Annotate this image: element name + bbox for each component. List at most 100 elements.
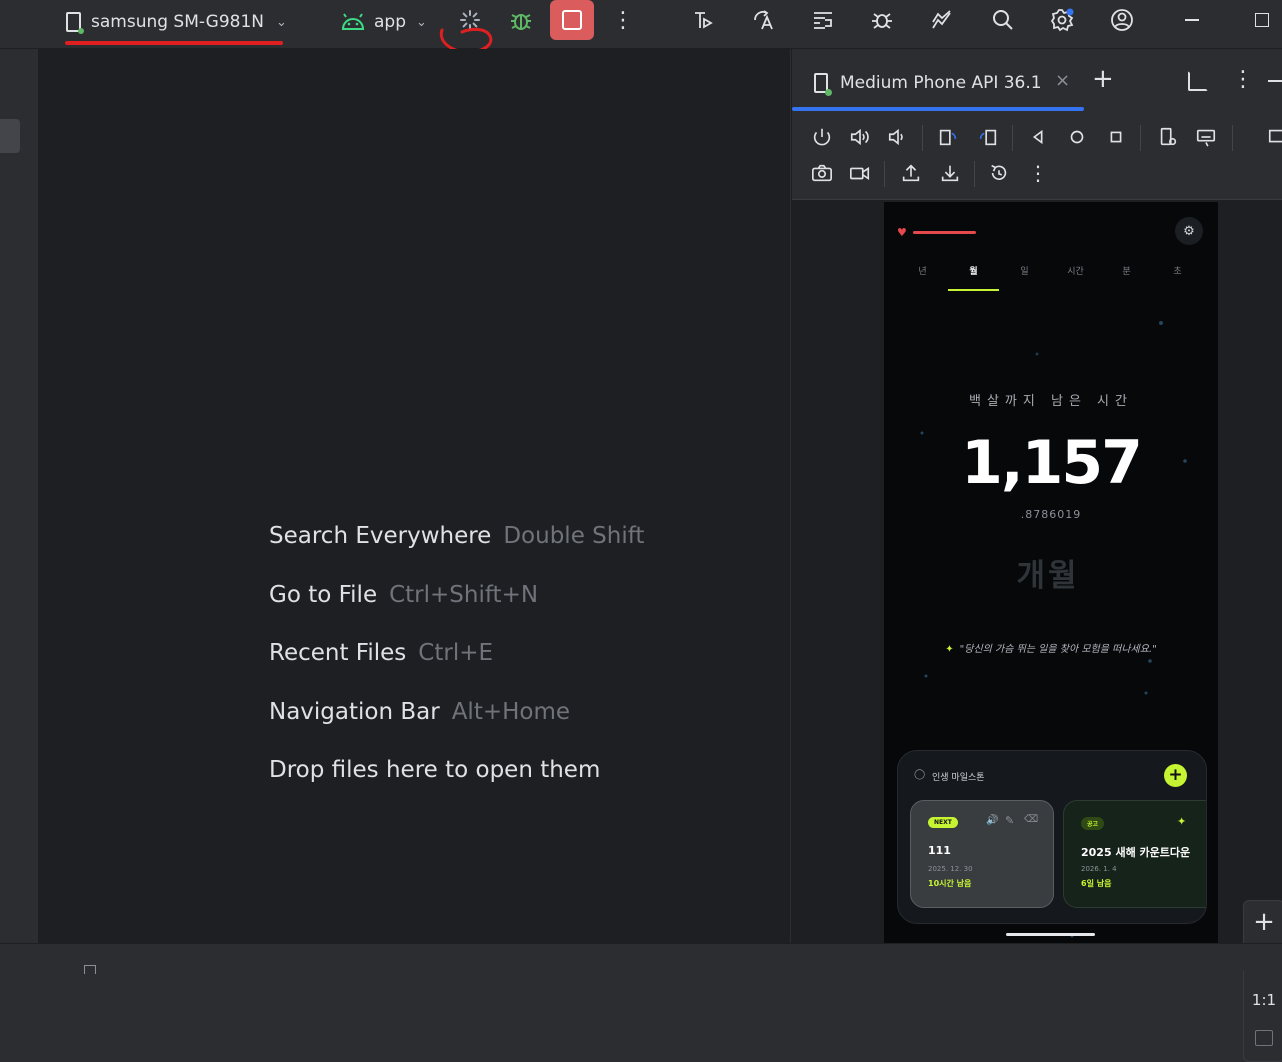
- hint-shortcut: Double Shift: [503, 523, 645, 549]
- home-circle-icon[interactable]: [1063, 123, 1091, 151]
- separator: [922, 125, 923, 151]
- attach-debugger-icon[interactable]: [868, 6, 896, 34]
- volume-up-icon[interactable]: [846, 123, 874, 151]
- download-icon[interactable]: [936, 159, 964, 187]
- profiler-icon[interactable]: [928, 6, 956, 34]
- tool-window-selected-button[interactable]: [0, 119, 20, 153]
- add-milestone-button[interactable]: +: [1164, 764, 1187, 787]
- open-external-icon[interactable]: [1188, 71, 1208, 91]
- countdown-unit: 개월: [1016, 558, 1080, 594]
- device-selector[interactable]: samsung SM-G981N ⌄: [66, 8, 287, 36]
- heart-icon: ♥: [897, 225, 907, 239]
- unit-tab-hour[interactable]: 시간: [1050, 264, 1101, 277]
- video-record-icon[interactable]: [846, 159, 874, 187]
- more-vertical-icon[interactable]: ⋮: [609, 6, 637, 34]
- fit-screen-icon[interactable]: [1255, 1030, 1273, 1046]
- hide-panel-icon[interactable]: [1268, 80, 1282, 82]
- run-config-selector[interactable]: app ⌄: [340, 8, 427, 36]
- next-badge: NEXT: [928, 817, 958, 828]
- unit-tab-second[interactable]: 초: [1152, 264, 1203, 277]
- power-icon[interactable]: [808, 123, 836, 151]
- bell-icon: ◯: [914, 769, 926, 780]
- card-title: 111: [928, 844, 951, 857]
- more-controls-icon[interactable]: ⋮: [1024, 159, 1052, 187]
- device-label: samsung SM-G981N: [91, 12, 264, 32]
- emulator-tab-bar: Medium Phone API 36.1 × + ⋮: [792, 49, 1282, 111]
- android-icon: [341, 13, 365, 30]
- debug-bug-icon[interactable]: [507, 6, 535, 34]
- milestones-title: 인생 마일스톤: [932, 773, 985, 783]
- quote-text: "당신의 가슴 뛰는 일을 찾아 모험을 떠나세요.": [959, 644, 1157, 655]
- milestone-card[interactable]: NEXT 🔊 ✎ ⌫ 111 2025. 12. 30 10시간 남음: [910, 800, 1054, 908]
- zoom-in-button[interactable]: +: [1244, 907, 1282, 937]
- more-options-icon[interactable]: ⋮: [1232, 67, 1254, 92]
- zoom-reset-button[interactable]: 1:1: [1244, 991, 1282, 1009]
- milestone-card[interactable]: 공고 ✦ 2025 새해 카운트다운 2026. 1. 4 6일 남음: [1063, 800, 1206, 908]
- emulator-controls-row-1: [792, 119, 1282, 155]
- phone-screen[interactable]: ♥ ⚙ 년 월 일 시간 분 초 백살까지 남은 시간 1,157 .87860…: [884, 202, 1218, 944]
- settings-gear-button[interactable]: ⚙: [1175, 217, 1203, 245]
- hint-shortcut: Alt+Home: [451, 699, 571, 725]
- camera-icon[interactable]: [808, 159, 836, 187]
- reset-history-icon[interactable]: [985, 159, 1013, 187]
- countdown-decimal: .8786019: [1020, 508, 1082, 521]
- status-bar: [0, 943, 1282, 974]
- gesture-nav-handle[interactable]: [1006, 933, 1095, 936]
- quote-row: ✦ "당신의 가슴 뛰는 일을 찾아 모험을 떠나세요.": [884, 640, 1218, 655]
- sound-icon[interactable]: 🔊: [986, 815, 998, 826]
- milestones-panel: ◯ 인생 마일스톤 + NEXT 🔊 ✎ ⌫ 111 2025. 12. 30 …: [897, 750, 1207, 924]
- sync-gradle-icon[interactable]: [809, 6, 837, 34]
- trash-icon[interactable]: ⌫: [1024, 814, 1038, 825]
- device-tab-icon: [814, 73, 832, 96]
- upload-icon[interactable]: [897, 159, 925, 187]
- back-triangle-icon[interactable]: [1024, 123, 1052, 151]
- emulator-controls-row-2: ⋮: [792, 155, 1282, 191]
- stop-square-icon: [562, 10, 582, 30]
- emulator-tab-label: Medium Phone API 36.1: [840, 73, 1042, 93]
- hint-navigation-bar: Navigation Bar Alt+Home: [269, 699, 570, 725]
- overview-square-icon[interactable]: [1102, 123, 1130, 151]
- settings-gear-icon[interactable]: [1048, 6, 1076, 34]
- keyboard-icon[interactable]: [1192, 123, 1220, 151]
- unit-tab-month[interactable]: 월: [948, 264, 999, 277]
- active-unit-indicator: [948, 289, 999, 291]
- apply-changes-icon[interactable]: [689, 6, 717, 34]
- separator: [1232, 125, 1233, 151]
- hint-shortcut: Ctrl+Shift+N: [389, 582, 539, 608]
- stop-button[interactable]: [550, 0, 594, 40]
- minimize-window-icon[interactable]: [1178, 6, 1206, 34]
- account-avatar-icon[interactable]: [1108, 6, 1136, 34]
- unit-tab-day[interactable]: 일: [999, 264, 1050, 277]
- emulator-display-area: ♥ ⚙ 년 월 일 시간 분 초 백살까지 남은 시간 1,157 .87860…: [792, 199, 1282, 1062]
- hint-label: Navigation Bar: [269, 699, 440, 725]
- unit-tab-minute[interactable]: 분: [1101, 264, 1152, 277]
- card-date: 2025. 12. 30: [928, 865, 973, 873]
- edit-pencil-icon[interactable]: ✎: [1005, 814, 1014, 827]
- search-icon[interactable]: [989, 6, 1017, 34]
- rotate-left-icon[interactable]: [934, 123, 962, 151]
- apply-code-changes-icon[interactable]: [749, 6, 777, 34]
- hint-label: Go to File: [269, 582, 378, 608]
- device-settings-icon[interactable]: [1154, 123, 1182, 151]
- separator: [974, 161, 975, 187]
- volume-down-icon[interactable]: [884, 123, 912, 151]
- phone-icon: [66, 12, 84, 34]
- progress-fill: [912, 230, 976, 234]
- unit-tab-year[interactable]: 년: [897, 264, 948, 277]
- chevron-down-icon: ⌄: [276, 14, 287, 30]
- card-remaining: 6일 남음: [1081, 879, 1112, 888]
- add-device-tab-button[interactable]: +: [1092, 65, 1114, 93]
- rotate-right-icon[interactable]: [974, 123, 1002, 151]
- snapshot-icon[interactable]: [1264, 123, 1282, 151]
- editor-empty-area: Search Everywhere Double Shift Go to File…: [39, 49, 790, 943]
- close-tab-icon[interactable]: ×: [1055, 70, 1070, 91]
- device-underline-annotation: [65, 41, 283, 45]
- card-title: 2025 새해 카운트다운: [1081, 846, 1191, 859]
- main-toolbar: samsung SM-G981N ⌄ app ⌄ ⋮: [0, 0, 1282, 54]
- active-tab-indicator: [792, 107, 1084, 111]
- run-config-label: app: [374, 12, 406, 32]
- maximize-window-icon[interactable]: [1248, 6, 1276, 34]
- chevron-down-icon: ⌄: [416, 14, 427, 30]
- emulator-tab[interactable]: Medium Phone API 36.1 ×: [792, 61, 1084, 111]
- life-progress-bar: ♥: [897, 225, 976, 239]
